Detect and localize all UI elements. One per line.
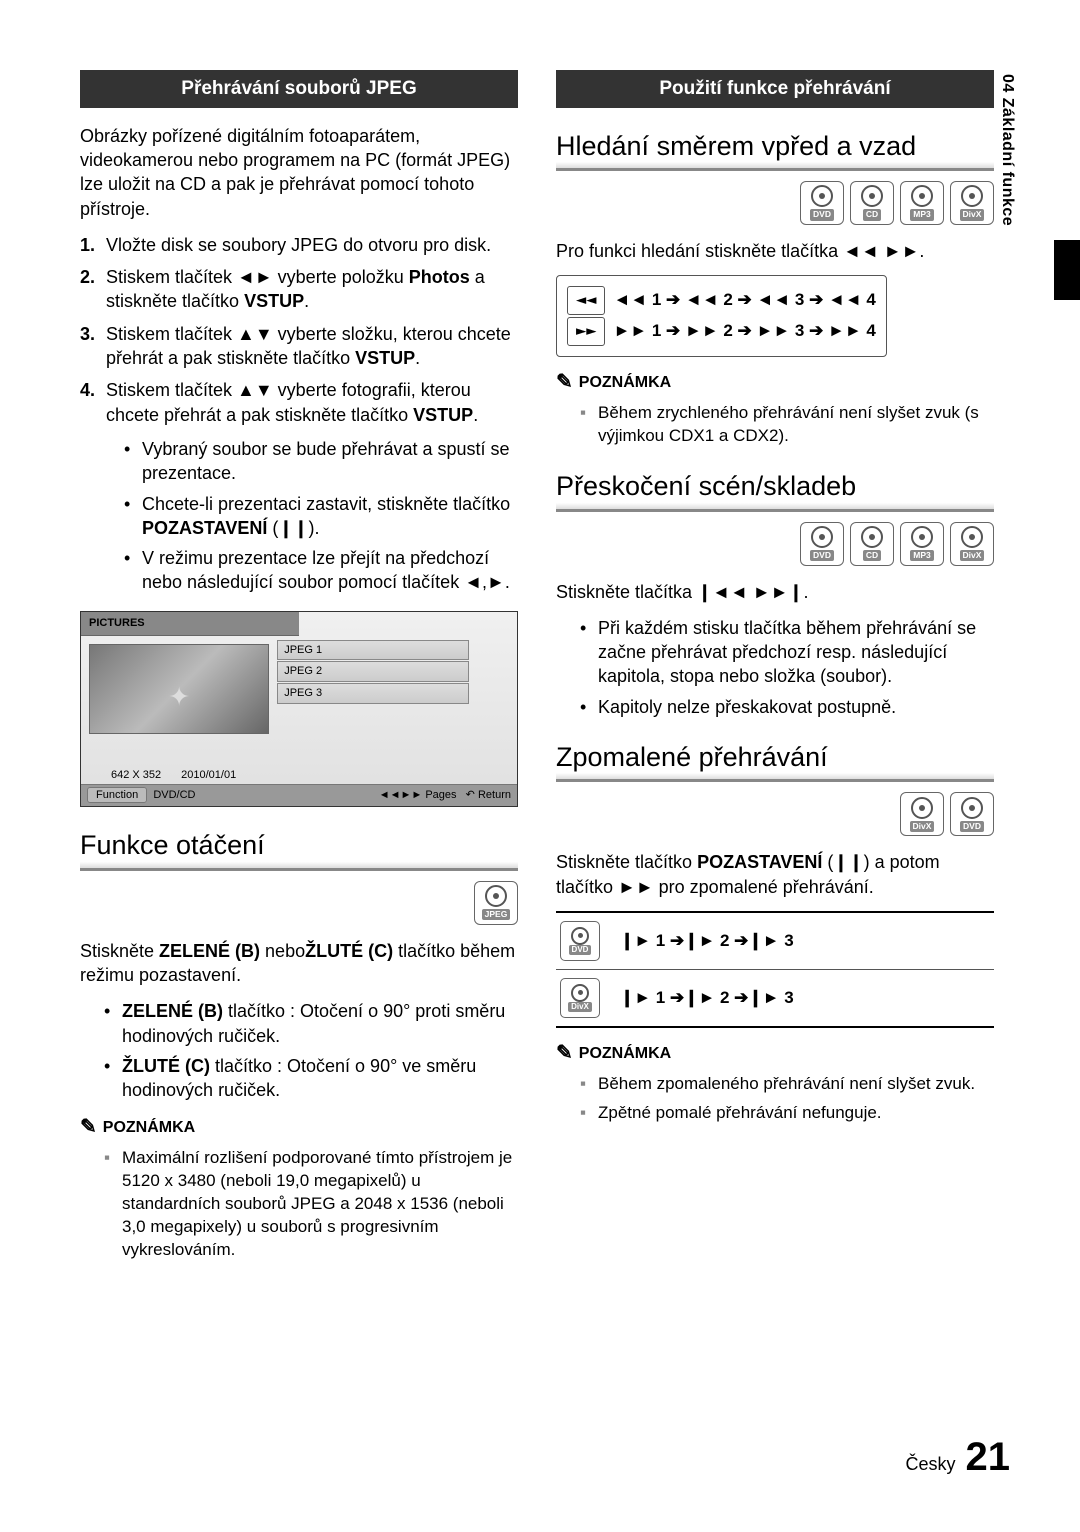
format-badge-jpeg: JPEG (474, 881, 518, 925)
format-badge: DVD (800, 181, 844, 225)
pages-label: Pages (425, 789, 456, 801)
step4-sub3: V režimu prezentace lze přejít na předch… (142, 546, 518, 595)
screen-resolution: 642 X 352 (111, 768, 161, 783)
step-4: Stiskem tlačítek ▲▼ vyberte fotografii, … (106, 378, 518, 427)
screen-title: PICTURES (81, 612, 299, 636)
slow-note1: Během zpomaleného přehrávání není slyšet… (598, 1073, 975, 1096)
screen-source: DVD/CD (153, 789, 195, 801)
thumb-index-tab (1054, 240, 1080, 300)
slow-note2: Zpětné pomalé přehrávání nefunguje. (598, 1102, 882, 1125)
format-badge: DivX (560, 978, 600, 1018)
note-text: Maximální rozlišení podporované tímto př… (122, 1147, 518, 1262)
page-number: 21 (966, 1430, 1011, 1484)
step-3: Stiskem tlačítek ▲▼ vyberte složku, kter… (106, 322, 518, 371)
format-badge: DivX (950, 181, 994, 225)
file-item: JPEG 1 (277, 640, 469, 661)
rotation-intro: Stiskněte ZELENÉ (B) neboŽLUTÉ (C) tlačí… (80, 939, 518, 988)
note-heading: POZNÁMKA (579, 1043, 671, 1065)
right-column: Použití funkce přehrávání Hledání směrem… (556, 70, 1020, 1268)
slow-intro: Stiskněte tlačítko POZASTAVENÍ (❙❙) a po… (556, 850, 994, 899)
format-badge: DVD (950, 792, 994, 836)
skip-bullet1: Při každém stisku tlačítka během přehráv… (598, 616, 994, 689)
jpeg-intro: Obrázky pořízené digitálním fotoaparátem… (80, 124, 518, 221)
file-list: JPEG 1 JPEG 2 JPEG 3 (277, 636, 517, 766)
rewind-icon: ◄◄ (567, 286, 605, 315)
page-footer: Česky 21 (905, 1430, 1010, 1484)
format-badge: DVD (800, 522, 844, 566)
file-item: JPEG 2 (277, 661, 469, 682)
skip-bullet2: Kapitoly nelze přeskakovat postupně. (598, 695, 896, 719)
format-badge: DVD (560, 921, 600, 961)
format-badge: CD (850, 181, 894, 225)
format-badge: CD (850, 522, 894, 566)
function-button: Function (87, 787, 147, 803)
format-badge: DivX (900, 792, 944, 836)
step4-sub1: Vybraný soubor se bude přehrávat a spust… (142, 437, 518, 486)
slow-speed-table: DVD ❙► 1 ➔❙► 2 ➔❙► 3 DivX ❙► 1 ➔❙► 2 ➔❙►… (556, 911, 994, 1028)
step-2: Stiskem tlačítek ◄► vyberte položku Phot… (106, 265, 518, 314)
search-note: Během zrychleného přehrávání není slyšet… (598, 402, 994, 448)
step4-sub2: Chcete-li prezentaci zastavit, stiskněte… (142, 492, 518, 541)
search-intro: Pro funkci hledání stiskněte tlačítka ◄◄… (556, 239, 994, 263)
left-column: Přehrávání souborů JPEG Obrázky pořízené… (80, 70, 518, 1268)
slow-sequence: ❙► 1 ➔❙► 2 ➔❙► 3 (620, 987, 794, 1010)
note-heading: POZNÁMKA (579, 372, 671, 394)
rotation-heading: Funkce otáčení (80, 827, 518, 870)
format-badge: MP3 (900, 181, 944, 225)
preview-image (89, 644, 269, 734)
format-badge: DivX (950, 522, 994, 566)
note-icon: ✎ (556, 369, 573, 396)
note-heading: POZNÁMKA (103, 1117, 195, 1139)
forward-icon: ►► (567, 317, 605, 346)
search-speed-box: ◄◄◄◄ 1 ➔ ◄◄ 2 ➔ ◄◄ 3 ➔ ◄◄ 4 ►►►► 1 ➔ ►► … (556, 275, 887, 357)
note-icon: ✎ (80, 1114, 97, 1141)
step-1: Vložte disk se soubory JPEG do otvoru pr… (106, 233, 491, 257)
slow-sequence: ❙► 1 ➔❙► 2 ➔❙► 3 (620, 930, 794, 953)
note-icon: ✎ (556, 1040, 573, 1067)
screen-date: 2010/01/01 (181, 768, 236, 783)
side-tab: 04 Základní funkce (994, 70, 1020, 236)
section-bar-jpeg: Přehrávání souborů JPEG (80, 70, 518, 108)
file-item: JPEG 3 (277, 683, 469, 704)
section-bar-playback: Použití funkce přehrávání (556, 70, 994, 108)
yellow-rotate: ŽLUTÉ (C) tlačítko : Otočení o 90° ve sm… (122, 1054, 518, 1103)
skip-heading: Přeskočení scén/skladeb (556, 468, 994, 511)
skip-intro: Stiskněte tlačítka ❙◄◄ ►►❙. (556, 580, 994, 604)
format-badge: MP3 (900, 522, 944, 566)
pictures-screenshot: PICTURES JPEG 1 JPEG 2 JPEG 3 642 X 352 … (80, 611, 518, 808)
jpeg-steps: 1.Vložte disk se soubory JPEG do otvoru … (80, 233, 518, 427)
return-label: Return (478, 789, 511, 801)
footer-language: Česky (905, 1452, 955, 1476)
slow-heading: Zpomalené přehrávání (556, 739, 994, 782)
search-heading: Hledání směrem vpřed a vzad (556, 128, 994, 171)
green-rotate: ZELENÉ (B) tlačítko : Otočení o 90° prot… (122, 999, 518, 1048)
